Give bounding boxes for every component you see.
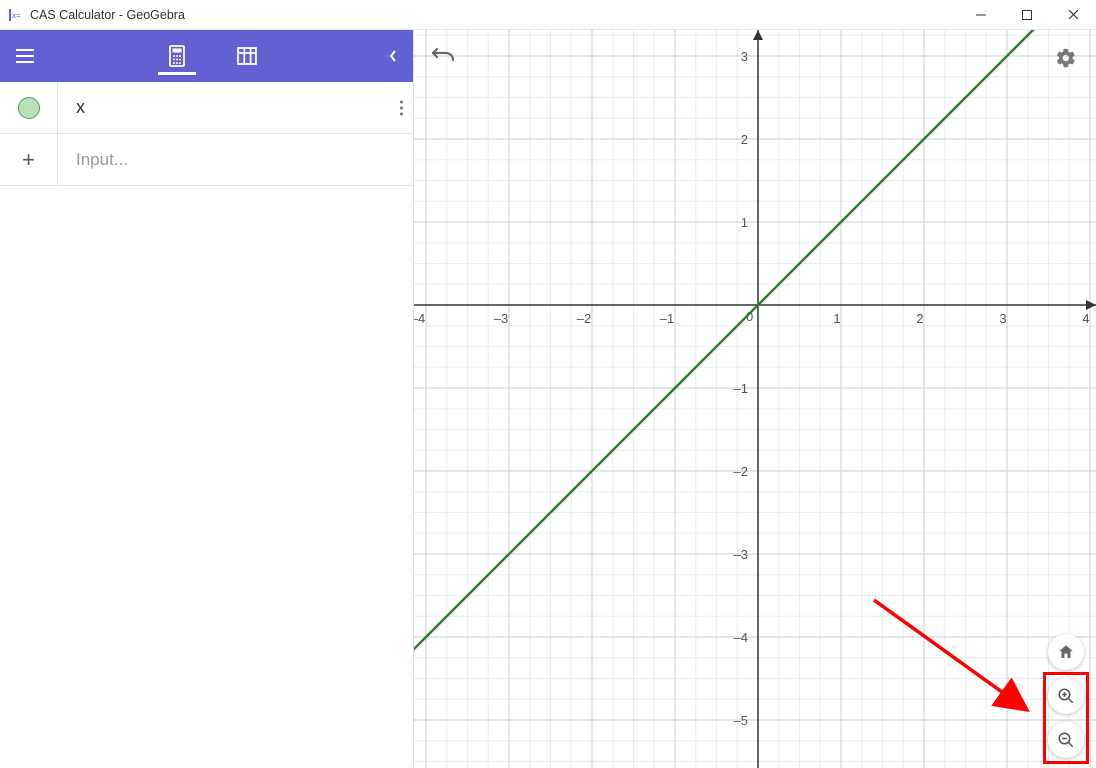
visibility-toggle[interactable] (0, 82, 58, 133)
chevron-left-icon (388, 49, 398, 63)
menu-button[interactable] (0, 30, 50, 82)
input-field[interactable]: Input... (58, 134, 413, 185)
tab-cas[interactable] (162, 30, 192, 82)
close-button[interactable] (1050, 0, 1096, 29)
panel-toolbar (0, 30, 413, 82)
svg-text:–2: –2 (577, 311, 591, 326)
svg-text:–1: –1 (734, 381, 748, 396)
svg-text:–3: –3 (734, 547, 748, 562)
svg-text:4: 4 (1082, 311, 1089, 326)
table-icon (237, 47, 257, 65)
calculator-icon (167, 45, 187, 67)
home-view-button[interactable] (1048, 634, 1084, 670)
input-row[interactable]: + Input... (0, 134, 413, 186)
minimize-button[interactable] (958, 0, 1004, 29)
algebra-panel: x + Input... (0, 30, 414, 768)
undo-icon (432, 48, 456, 68)
svg-text:1: 1 (833, 311, 840, 326)
object-marble-icon (18, 97, 40, 119)
svg-text:2: 2 (916, 311, 923, 326)
zoom-in-button[interactable] (1048, 678, 1084, 714)
svg-text:–5: –5 (734, 713, 748, 728)
undo-button[interactable] (430, 44, 458, 72)
plus-icon: + (22, 147, 35, 173)
collapse-panel-button[interactable] (373, 30, 413, 82)
maximize-button[interactable] (1004, 0, 1050, 29)
window-title: CAS Calculator - GeoGebra (30, 8, 958, 22)
svg-text:–4: –4 (414, 311, 425, 326)
svg-text:–4: –4 (734, 630, 748, 645)
zoom-in-icon (1057, 687, 1075, 705)
row-menu-button[interactable] (400, 100, 403, 115)
svg-text:2: 2 (741, 132, 748, 147)
zoom-out-icon (1057, 731, 1075, 749)
home-icon (1057, 643, 1075, 661)
svg-text:–2: –2 (734, 464, 748, 479)
expression-row[interactable]: x (0, 82, 413, 134)
expression-text[interactable]: x (58, 82, 413, 133)
svg-text:3: 3 (741, 49, 748, 64)
graph-canvas[interactable]: –4–3–2–101234–5–4–3–2–1123 (414, 30, 1096, 768)
main-area: x + Input... –4–3–2–101234–5–4–3–2–1123 (0, 30, 1096, 768)
gear-icon (1055, 47, 1077, 69)
tab-table[interactable] (232, 30, 262, 82)
window-controls (958, 0, 1096, 29)
view-controls (1048, 634, 1084, 758)
svg-text:–1: –1 (660, 311, 674, 326)
graphics-view[interactable]: –4–3–2–101234–5–4–3–2–1123 (414, 30, 1096, 768)
window-titlebar: x= CAS Calculator - GeoGebra (0, 0, 1096, 30)
svg-text:1: 1 (741, 215, 748, 230)
settings-button[interactable] (1052, 44, 1080, 72)
app-icon: x= (4, 8, 24, 22)
input-placeholder: Input... (76, 150, 128, 170)
svg-text:x=: x= (12, 11, 21, 20)
svg-text:3: 3 (999, 311, 1006, 326)
svg-text:–3: –3 (494, 311, 508, 326)
add-row-button[interactable]: + (0, 134, 58, 185)
view-tabs (50, 30, 373, 82)
zoom-out-button[interactable] (1048, 722, 1084, 758)
